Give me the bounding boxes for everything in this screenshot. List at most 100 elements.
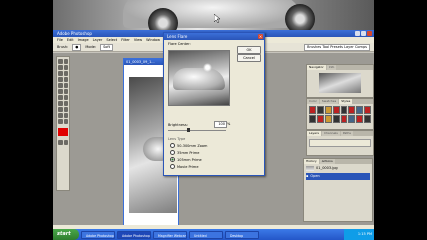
lens-option-35mm[interactable]: 35mm Prime: [170, 150, 199, 155]
radio-selected-icon: [170, 157, 175, 162]
lens-option-movie-prime[interactable]: Movie Prime: [170, 164, 199, 169]
brightness-input[interactable]: 100: [214, 121, 227, 128]
taskbar-item[interactable]: Adobe Photoshop CS2: [81, 230, 115, 239]
brightness-slider-handle[interactable]: [187, 128, 191, 132]
maximize-button[interactable]: [361, 31, 366, 36]
mouse-cursor-icon: [214, 14, 220, 23]
tab-history[interactable]: History: [304, 159, 319, 164]
history-brush-tool-icon[interactable]: [63, 83, 68, 88]
snapshot-thumbnail: [306, 166, 314, 171]
flare-center-label: Flare Center:: [168, 42, 191, 46]
history-step-label: Open: [310, 174, 320, 178]
tab-color[interactable]: Color: [307, 99, 319, 104]
minimize-button[interactable]: [355, 31, 360, 36]
radio-icon: [170, 143, 175, 148]
taskbar-item[interactable]: Untitled: [189, 230, 223, 239]
ok-button[interactable]: OK: [237, 46, 261, 54]
marquee-tool-icon[interactable]: [58, 59, 63, 64]
style-swatch[interactable]: [309, 115, 316, 123]
style-swatch[interactable]: [324, 115, 332, 123]
cancel-button[interactable]: Cancel: [237, 54, 261, 62]
taskbar: start Adobe Photoshop CS2 Adobe Photosho…: [53, 229, 374, 240]
desktop-screen: Adobe Photoshop File Edit Image Layer Se…: [53, 0, 374, 240]
move-tool-icon[interactable]: [63, 59, 68, 64]
eyedropper-tool-icon[interactable]: [63, 113, 68, 118]
taskbar-item[interactable]: Adobe Photoshop: [117, 230, 151, 239]
style-swatch[interactable]: [356, 106, 364, 114]
style-swatch[interactable]: [324, 106, 332, 114]
flare-center-icon[interactable]: [203, 63, 212, 72]
tab-swatches[interactable]: Swatches: [319, 99, 339, 104]
app-title: Adobe Photoshop: [57, 31, 92, 36]
taskbar-item[interactable]: Magnifier Webcam: [153, 230, 187, 239]
snapshot-label: 01_0003.jpg: [316, 166, 338, 170]
mode-select[interactable]: Soft: [100, 44, 113, 51]
document-icon: ▪: [306, 174, 309, 178]
dialog-title: Lens Flare: [167, 34, 188, 39]
style-swatch[interactable]: [309, 106, 316, 114]
tab-info[interactable]: Info: [326, 65, 337, 70]
style-swatch[interactable]: [356, 115, 364, 123]
quick-mask-icon[interactable]: [58, 140, 63, 145]
tab-paths[interactable]: Paths: [340, 131, 353, 136]
healing-tool-icon[interactable]: [58, 77, 63, 82]
tab-navigator[interactable]: Navigator: [307, 65, 326, 70]
slice-tool-icon[interactable]: [63, 71, 68, 76]
history-step[interactable]: ▪ Open: [306, 173, 370, 180]
zoom-tool-icon[interactable]: [63, 119, 68, 124]
stamp-tool-icon[interactable]: [58, 83, 63, 88]
pen-tool-icon[interactable]: [58, 107, 63, 112]
hand-tool-icon[interactable]: [58, 119, 63, 124]
layers-panel: Layers Channels Paths: [306, 130, 374, 156]
lens-option-105mm[interactable]: 105mm Prime: [170, 157, 202, 162]
tab-layers[interactable]: Layers: [307, 131, 321, 136]
lens-option-label: 105mm Prime: [177, 157, 202, 162]
style-swatch[interactable]: [332, 115, 340, 123]
history-snapshot[interactable]: 01_0003.jpg: [306, 165, 370, 172]
style-swatch[interactable]: [340, 115, 348, 123]
system-tray-clock[interactable]: 1:15 PM: [344, 229, 374, 240]
brush-tool-icon[interactable]: [63, 77, 68, 82]
lens-type-label: Lens Type: [168, 137, 186, 141]
style-swatch[interactable]: [316, 115, 324, 123]
tab-styles[interactable]: Styles: [339, 99, 353, 104]
brush-picker[interactable]: ●: [72, 44, 82, 51]
dialog-titlebar: Lens Flare ×: [164, 33, 264, 40]
blur-tool-icon[interactable]: [58, 95, 63, 100]
magic-wand-tool-icon[interactable]: [63, 65, 68, 70]
style-swatch[interactable]: [332, 106, 340, 114]
style-swatch[interactable]: [340, 106, 348, 114]
shape-tool-icon[interactable]: [63, 107, 68, 112]
toolbox: [56, 56, 70, 191]
style-swatch[interactable]: [316, 106, 324, 114]
type-tool-icon[interactable]: [63, 101, 68, 106]
dodge-tool-icon[interactable]: [63, 95, 68, 100]
tab-channels[interactable]: Channels: [321, 131, 340, 136]
lasso-tool-icon[interactable]: [58, 65, 63, 70]
style-swatch[interactable]: [364, 106, 371, 114]
layer-row[interactable]: [309, 139, 371, 147]
style-swatch[interactable]: [348, 115, 356, 123]
brightness-slider[interactable]: [168, 128, 226, 132]
gradient-tool-icon[interactable]: [63, 89, 68, 94]
palette-well[interactable]: Brushes Tool Presets Layer Comps: [304, 44, 370, 51]
lens-option-label: 50-300mm Zoom: [177, 143, 208, 148]
navigator-thumbnail[interactable]: [319, 73, 361, 93]
styles-grid: [307, 104, 373, 125]
crop-tool-icon[interactable]: [58, 71, 63, 76]
dialog-close-icon[interactable]: ×: [258, 34, 263, 39]
style-swatch[interactable]: [364, 115, 371, 123]
flare-preview[interactable]: [168, 50, 230, 106]
style-swatch[interactable]: [348, 106, 356, 114]
notes-tool-icon[interactable]: [58, 113, 63, 118]
path-selection-tool-icon[interactable]: [58, 101, 63, 106]
screen-mode-icon[interactable]: [63, 140, 68, 145]
eraser-tool-icon[interactable]: [58, 89, 63, 94]
close-button[interactable]: [367, 31, 372, 36]
color-panel: Color Swatches Styles: [306, 98, 374, 130]
foreground-color-swatch[interactable]: [58, 128, 68, 136]
start-button[interactable]: start: [53, 229, 79, 240]
tab-actions[interactable]: Actions: [319, 159, 335, 164]
lens-option-50-300mm[interactable]: 50-300mm Zoom: [170, 143, 207, 148]
taskbar-item[interactable]: Desktop: [225, 230, 259, 239]
